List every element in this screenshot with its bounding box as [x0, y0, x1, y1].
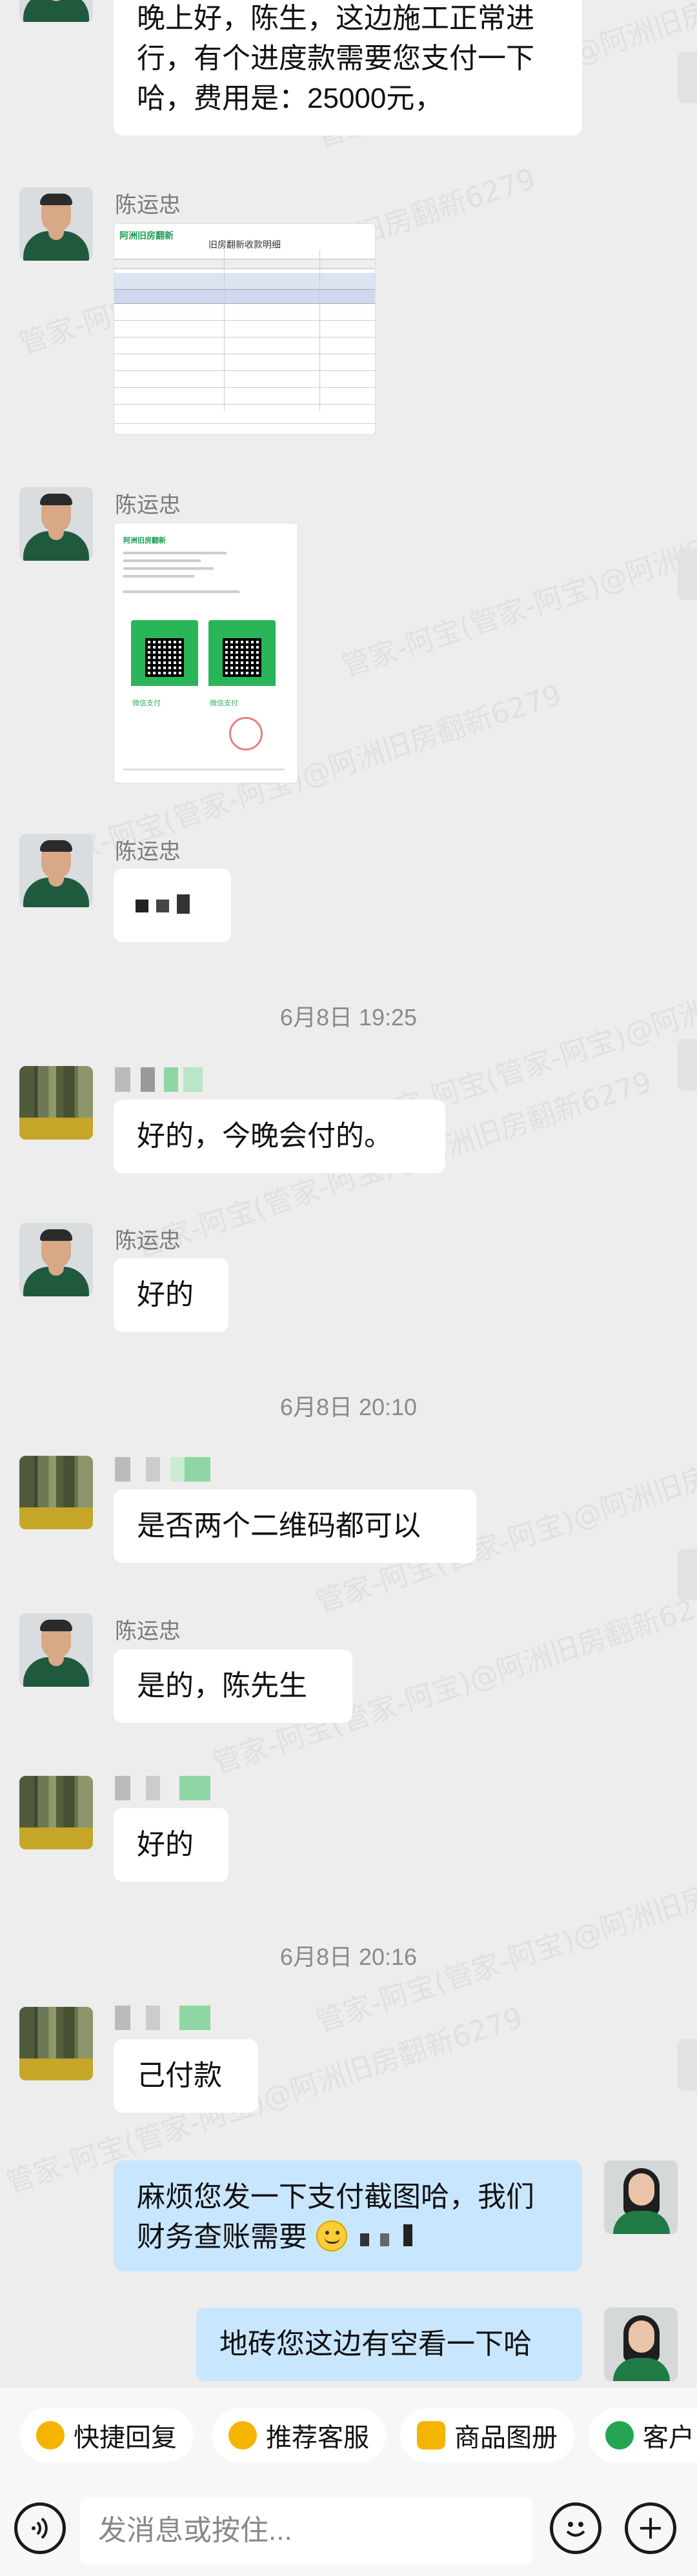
- qr-card: [131, 620, 198, 701]
- masked-sender-name: [115, 1773, 218, 1800]
- qr-code-icon: [223, 638, 261, 677]
- my-avatar[interactable]: [604, 2308, 678, 2381]
- mosaic-block: [156, 900, 169, 912]
- emoji-button[interactable]: [550, 2502, 601, 2554]
- payment-qr-image[interactable]: 阿洲旧房翻新 微信支付 微信支付: [114, 523, 298, 783]
- timestamp: 6月8日 20:16: [279, 1944, 418, 1970]
- smile-emoji-icon: [316, 2220, 348, 2251]
- message-bubble[interactable]: 好的: [114, 1258, 228, 1332]
- customer-avatar[interactable]: [19, 1456, 93, 1529]
- my-message-bubble[interactable]: 麻烦您发一下支付截图哈，我们财务查账需要: [114, 2160, 582, 2271]
- mosaic-block: [379, 2233, 389, 2246]
- side-tab[interactable]: [678, 548, 697, 600]
- watermark: 管家-阿宝(管家-阿宝)@阿洲旧房翻新6279: [338, 485, 697, 683]
- message-bubble[interactable]: 好的，今晚会付的。: [114, 1100, 445, 1173]
- seal-stamp-icon: [229, 717, 263, 750]
- timestamp: 6月8日 20:10: [279, 1394, 418, 1420]
- message-bubble[interactable]: 己付款: [114, 2039, 258, 2113]
- masked-sender-name: [115, 2003, 218, 2030]
- agent-avatar[interactable]: [19, 834, 93, 907]
- pay-label: 微信支付: [210, 699, 238, 707]
- side-tab[interactable]: [678, 52, 697, 103]
- agent-avatar[interactable]: [19, 1613, 93, 1687]
- agent-avatar[interactable]: [19, 1223, 93, 1296]
- payment-detail-image[interactable]: 阿洲旧房翻新 旧房翻新收款明细: [114, 223, 376, 435]
- quick-reply-label: 快捷回复: [74, 2424, 177, 2452]
- qr-card: [208, 620, 276, 701]
- agent-avatar[interactable]: [19, 0, 93, 22]
- my-message-bubble[interactable]: 地砖您这边有空看一下哈: [196, 2308, 582, 2381]
- my-avatar[interactable]: [604, 2160, 678, 2234]
- pay-label: 微信支付: [132, 699, 161, 707]
- agent-avatar[interactable]: [19, 487, 93, 561]
- sender-name: 陈运忠: [115, 193, 181, 217]
- doc-title: 旧房翻新收款明细: [208, 239, 281, 250]
- agent-avatar[interactable]: [19, 187, 93, 261]
- message-input[interactable]: 发消息或按住...: [80, 2497, 532, 2564]
- input-bar: 发消息或按住...: [0, 2484, 697, 2576]
- watermark: 管家-阿宝(管家-阿宝)@阿洲旧房翻新6279: [312, 1840, 697, 2038]
- more-button[interactable]: [625, 2502, 676, 2554]
- side-tab[interactable]: [678, 1039, 697, 1091]
- catalog-button[interactable]: 商品图册: [400, 2408, 574, 2462]
- voice-icon: [32, 2517, 48, 2539]
- sender-name: 陈运忠: [115, 493, 181, 518]
- recommend-label: 推荐客服: [266, 2424, 369, 2452]
- side-tab[interactable]: [678, 2039, 697, 2091]
- side-tab[interactable]: [678, 1549, 697, 1600]
- message-bubble[interactable]: 是的，陈先生: [114, 1649, 352, 1723]
- voice-button[interactable]: [14, 2502, 66, 2554]
- customer-label: 客户: [643, 2424, 694, 2452]
- masked-message-bubble[interactable]: [114, 869, 231, 942]
- customer-avatar[interactable]: [19, 1776, 93, 1849]
- mosaic-block: [136, 900, 148, 912]
- sender-name: 陈运忠: [115, 840, 181, 864]
- quick-reply-bar[interactable]: 快捷回复 推荐客服 商品图册 客户: [0, 2388, 697, 2478]
- qr-code-icon: [145, 638, 184, 677]
- customer-avatar[interactable]: [19, 2007, 93, 2080]
- bottom-panel: 快捷回复 推荐客服 商品图册 客户 发消息或按住...: [0, 2388, 697, 2576]
- sender-name: 陈运忠: [115, 1619, 181, 1644]
- masked-sender-name: [115, 1065, 218, 1092]
- recommend-icon: [228, 2421, 257, 2450]
- mosaic-block: [177, 894, 190, 914]
- chat-area[interactable]: 管家-阿宝(管家-阿宝)@阿洲旧房翻新6279 管家-阿宝(管家-阿宝)@阿洲旧…: [0, 0, 697, 2388]
- catalog-label: 商品图册: [454, 2424, 558, 2452]
- recommend-service-button[interactable]: 推荐客服: [212, 2408, 386, 2462]
- plus-icon: [640, 2518, 661, 2539]
- quick-reply-button[interactable]: 快捷回复: [19, 2408, 194, 2462]
- customer-avatar[interactable]: [19, 1066, 93, 1140]
- quick-reply-icon: [36, 2421, 65, 2450]
- customer-icon: [605, 2421, 634, 2450]
- sender-name: 陈运忠: [115, 1229, 181, 1253]
- doc-logo: 阿洲旧房翻新: [123, 537, 166, 545]
- message-bubble[interactable]: 是否两个二维码都可以: [114, 1489, 476, 1563]
- mosaic-block: [360, 2233, 370, 2246]
- catalog-icon: [417, 2421, 445, 2450]
- customer-button[interactable]: 客户: [589, 2408, 697, 2462]
- message-bubble[interactable]: 好的: [114, 1808, 228, 1882]
- mosaic-block: [403, 2224, 412, 2246]
- message-bubble[interactable]: 晚上好，陈生，这边施工正常进行，有个进度款需要您支付一下哈，费用是：25000元…: [114, 0, 582, 136]
- masked-sender-name: [115, 1454, 218, 1482]
- timestamp: 6月8日 19:25: [279, 1004, 418, 1031]
- emoji-icon: [566, 2522, 585, 2537]
